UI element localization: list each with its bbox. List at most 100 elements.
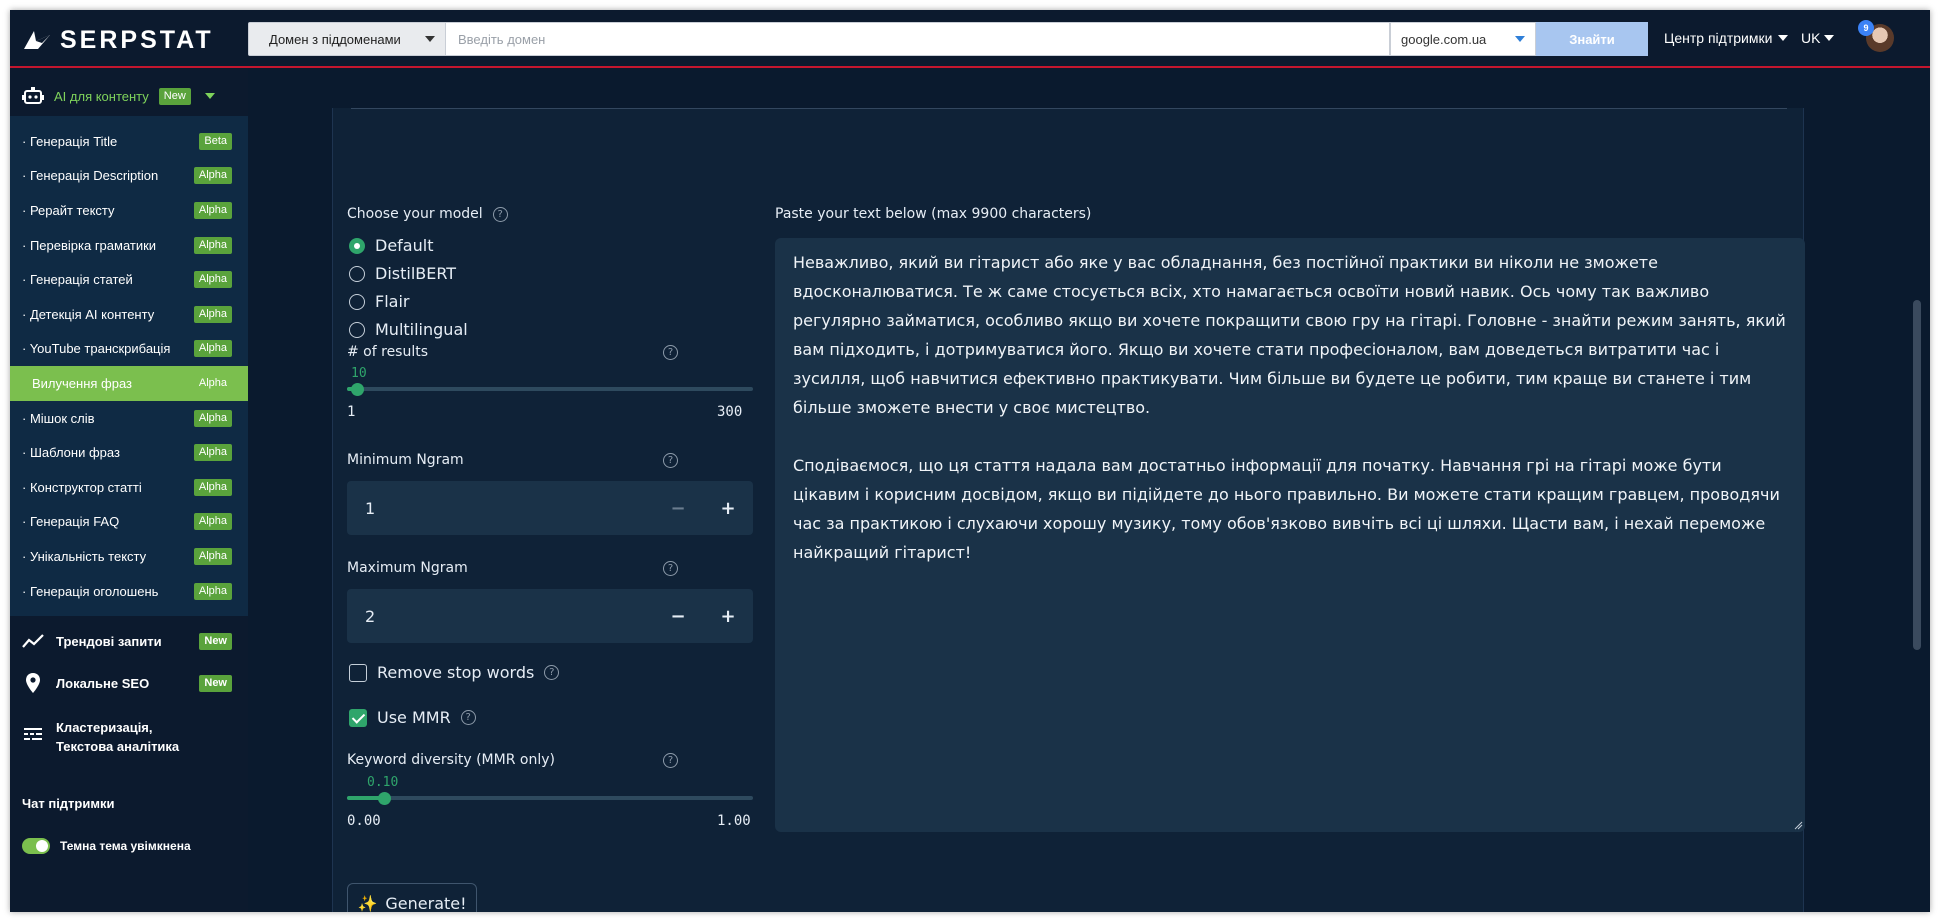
sidebar-item-trending-queries[interactable]: Трендові запити New [10, 630, 248, 652]
resize-handle-icon[interactable] [1793, 820, 1803, 830]
sidebar-item-local-seo[interactable]: Локальне SEO New [10, 672, 248, 694]
radio-label: DistilBERT [375, 264, 457, 283]
help-icon[interactable]: ? [663, 561, 678, 576]
use-mmr-row[interactable]: Use MMR ? [349, 708, 476, 727]
sidebar-item-article-builder[interactable]: · Конструктор статті Alpha [10, 470, 248, 505]
radio-multilingual[interactable]: Multilingual [349, 320, 468, 339]
min-ngram-stepper[interactable]: 1 − + [347, 481, 753, 535]
sidebar-item-label: · Генерація статей [22, 272, 133, 288]
domain-input[interactable] [446, 22, 1390, 56]
diversity-slider-track[interactable] [347, 796, 753, 800]
chevron-down-icon [1824, 35, 1835, 41]
sidebar-item-article-generation[interactable]: · Генерація статей Alpha [10, 262, 248, 297]
sidebar-item-label: · Мішок слів [22, 410, 95, 426]
sidebar-item-ai-content[interactable]: AI для контенту New [10, 82, 215, 110]
sidebar-item-label: · Перевірка граматики [22, 237, 157, 253]
sidebar-item-ai-detection[interactable]: · Детекція AI контенту Alpha [10, 297, 248, 332]
sidebar-item-rewrite[interactable]: · Рерайт тексту Alpha [10, 193, 248, 228]
dark-theme-toggle[interactable] [22, 838, 50, 854]
support-center-menu[interactable]: Центр підтримки [1664, 30, 1789, 46]
decrement-button[interactable]: − [653, 589, 703, 643]
radio-button[interactable] [349, 321, 365, 338]
clustering-icon [22, 724, 44, 746]
notification-badge[interactable]: 9 [1858, 20, 1874, 36]
use-mmr-checkbox[interactable] [349, 708, 367, 727]
increment-button[interactable]: + [703, 481, 753, 535]
diversity-label: Keyword diversity (MMR only) [347, 752, 555, 768]
status-badge: Alpha [193, 167, 232, 185]
radio-button[interactable] [349, 237, 365, 254]
text-input-area[interactable]: Неважливо, який ви гітарист або яке у ва… [775, 238, 1805, 832]
sidebar-item-ad-generation[interactable]: · Генерація оголошень Alpha [10, 574, 248, 609]
help-icon[interactable]: ? [460, 710, 476, 725]
sidebar-item-label: Трендові запити [56, 633, 162, 649]
radio-label: Default [375, 236, 434, 255]
status-badge: Alpha [193, 340, 232, 358]
sidebar-item-label: · Генерація Title [22, 133, 118, 149]
help-icon[interactable]: ? [544, 665, 560, 680]
sidebar-item-label: AI для контенту [54, 88, 149, 104]
radio-distilbert[interactable]: DistilBERT [349, 264, 456, 283]
max-ngram-stepper[interactable]: 2 − + [347, 589, 753, 643]
sidebar-item-faq-generation[interactable]: · Генерація FAQ Alpha [10, 505, 248, 540]
status-badge: Alpha [193, 201, 232, 219]
diversity-slider-max: 1.00 [717, 813, 751, 829]
find-button[interactable]: Знайти [1536, 22, 1648, 56]
chat-support-link[interactable]: Чат підтримки [22, 796, 114, 811]
radio-button[interactable] [349, 265, 365, 282]
database-select[interactable]: google.com.ua [1390, 22, 1536, 56]
generate-button[interactable]: ✨ Generate! [347, 883, 477, 912]
sidebar-item-title-generation[interactable]: · Генерація Title Beta [10, 124, 248, 159]
help-icon[interactable]: ? [663, 753, 678, 768]
results-slider-min: 1 [347, 404, 356, 420]
sidebar-item-grammar-check[interactable]: · Перевірка граматики Alpha [10, 228, 248, 263]
sidebar-item-clustering[interactable]: Кластеризація, Текстова аналітика [10, 718, 248, 756]
scrollbar-thumb[interactable] [1913, 300, 1921, 650]
status-badge: Alpha [193, 513, 232, 531]
serpstat-logo[interactable]: SERPSTAT [22, 26, 214, 54]
radio-default[interactable]: Default [349, 236, 433, 255]
help-icon[interactable]: ? [663, 345, 678, 360]
diversity-slider-thumb[interactable] [378, 792, 391, 805]
trend-chart-icon [22, 630, 44, 652]
sidebar-item-text-uniqueness[interactable]: · Унікальність тексту Alpha [10, 539, 248, 574]
dark-theme-label: Темна тема увімкнена [60, 839, 191, 853]
language-menu[interactable]: UK [1801, 30, 1835, 46]
help-icon[interactable]: ? [492, 206, 508, 222]
robot-icon [22, 87, 44, 104]
sidebar-item-label-line2: Текстова аналітика [56, 739, 180, 754]
chevron-down-icon [204, 93, 215, 99]
max-ngram-value: 2 [365, 606, 376, 626]
generate-button-label: Generate! [385, 893, 467, 913]
support-center-label: Центр підтримки [1664, 30, 1773, 46]
results-label: # of results [347, 344, 429, 360]
checkbox-label: Use MMR [377, 708, 451, 727]
results-slider-thumb[interactable] [351, 383, 364, 396]
radio-flair[interactable]: Flair [349, 292, 409, 311]
status-badge: Alpha [193, 409, 232, 427]
database-value: google.com.ua [1401, 31, 1487, 47]
search-bar: Домен з піддоменами google.com.ua Знайти [248, 22, 1648, 56]
new-badge: New [199, 674, 232, 692]
increment-button[interactable]: + [703, 589, 753, 643]
search-scope-dropdown[interactable]: Домен з піддоменами [248, 22, 446, 56]
sidebar-item-description-generation[interactable]: · Генерація Description Alpha [10, 159, 248, 194]
remove-stop-words-checkbox[interactable] [349, 663, 367, 682]
status-badge: Alpha [193, 444, 232, 462]
help-icon[interactable]: ? [663, 453, 678, 468]
decrement-button[interactable]: − [653, 481, 703, 535]
sidebar: AI для контенту New · Генерація Title Bet… [10, 68, 248, 912]
text-input-label: Paste your text below (max 9900 characte… [775, 206, 1092, 222]
text-paragraph-2: Сподіваємося, що ця стаття надала вам до… [793, 456, 1785, 562]
remove-stop-words-row[interactable]: Remove stop words ? [349, 663, 560, 682]
sidebar-item-label: · YouTube транскрибація [22, 341, 171, 357]
radio-button[interactable] [349, 293, 365, 310]
results-slider-track[interactable] [347, 387, 753, 391]
status-badge: Alpha [193, 582, 232, 600]
sidebar-item-bag-of-words[interactable]: · Мішок слів Alpha [10, 401, 248, 436]
sidebar-item-phrase-extraction[interactable]: Вилучення фраз Alpha [10, 366, 248, 401]
sidebar-item-phrase-templates[interactable]: · Шаблони фраз Alpha [10, 435, 248, 470]
status-badge: Alpha [193, 478, 232, 496]
top-bar: SERPSTAT Домен з піддоменами google.com.… [10, 10, 1930, 68]
sidebar-item-youtube-transcription[interactable]: · YouTube транскрибація Alpha [10, 332, 248, 367]
